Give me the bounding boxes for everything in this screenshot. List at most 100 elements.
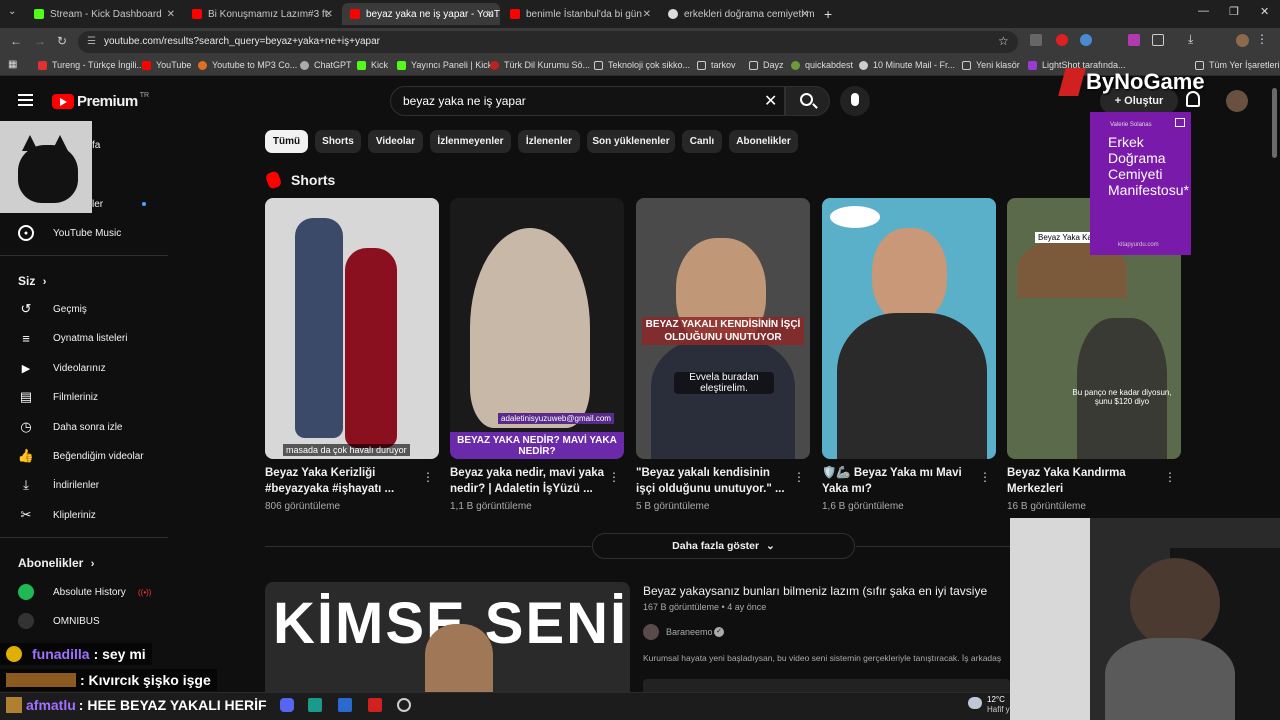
sidebar-sub-omnibus[interactable]: OMNIBUS <box>0 608 165 634</box>
bookmark-folder-teknoloji[interactable]: Teknoloji çok sikko... <box>594 60 690 70</box>
short-thumbnail[interactable]: adaletinisyuzuweb@gmail.com BEYAZ YAKA N… <box>450 198 624 459</box>
bookmark-folder-dayz[interactable]: Dayz <box>749 60 784 70</box>
account-avatar[interactable] <box>1226 90 1248 112</box>
short-title[interactable]: 🛡️🦾 Beyaz Yaka mı Mavi Yaka mı? <box>822 465 977 497</box>
hamburger-menu-icon[interactable] <box>18 94 33 106</box>
chip-live[interactable]: Canlı <box>682 130 722 153</box>
new-tab-icon[interactable]: + <box>824 6 832 22</box>
bookmark-tdk[interactable]: Türk Dil Kurumu Sö... <box>490 60 590 70</box>
tab-erkekleri[interactable]: erkekleri doğrama cemiyeti ma ✕ <box>660 3 815 25</box>
more-options-icon[interactable]: ⋮ <box>793 470 805 484</box>
bookmark-yt-mp3[interactable]: Youtube to MP3 Co... <box>198 60 297 70</box>
tab-kick-dashboard[interactable]: Stream - Kick Dashboard ✕ <box>26 3 181 25</box>
voice-search-button[interactable] <box>840 86 870 116</box>
bookmark-kick[interactable]: Kick <box>357 60 388 70</box>
minimize-icon[interactable]: — <box>1198 5 1209 17</box>
short-thumbnail[interactable]: masada da çok havalı duruyor <box>265 198 439 459</box>
extension-icon[interactable] <box>1056 34 1068 46</box>
sidebar-item-watch-later[interactable]: ◷ Daha sonra izle <box>0 414 165 440</box>
close-icon[interactable]: ✕ <box>643 9 651 20</box>
channel-name[interactable]: Baraneemo <box>666 627 713 637</box>
bookmark-folder-tarkov[interactable]: tarkov <box>697 60 736 70</box>
search-button[interactable] <box>785 86 830 116</box>
app-taskbar-icon[interactable] <box>308 698 322 712</box>
short-title[interactable]: Beyaz yaka nedir, mavi yaka nedir? | Ada… <box>450 465 605 497</box>
bookmark-folder-yeni-klasor[interactable]: Yeni klasör <box>962 60 1020 70</box>
close-icon[interactable]: ✕ <box>167 9 175 20</box>
short-title[interactable]: Beyaz Yaka Kandırma Merkezleri <box>1007 465 1162 497</box>
tab-beyaz-yaka[interactable]: beyaz yaka ne iş yapar - YouTu ✕ <box>342 3 500 25</box>
more-options-icon[interactable]: ⋮ <box>422 470 434 484</box>
close-icon[interactable]: ✕ <box>325 9 333 20</box>
sidebar-item-history[interactable]: ↺ Geçmiş <box>0 296 165 322</box>
weather-icon[interactable] <box>968 697 982 709</box>
page-scrollbar[interactable] <box>1272 88 1277 158</box>
more-options-icon[interactable]: ⋮ <box>979 470 991 484</box>
sidebar-item-your-movies[interactable]: ▤ Filmleriniz <box>0 384 165 410</box>
chip-watched[interactable]: İzlenenler <box>518 130 580 153</box>
sidebar-item-liked-videos[interactable]: 👍 Beğendiğim videolar <box>0 443 165 469</box>
app-taskbar-icon[interactable] <box>397 698 411 712</box>
apps-grid-icon[interactable]: ▦ <box>8 59 17 70</box>
bookmark-chatgpt[interactable]: ChatGPT <box>300 60 352 70</box>
more-options-icon[interactable]: ⋮ <box>1164 470 1176 484</box>
close-window-icon[interactable]: ✕ <box>1260 5 1269 18</box>
download-icon: ⤓ <box>23 477 29 492</box>
youtube-premium-logo[interactable]: Premium TR <box>52 92 149 110</box>
close-icon[interactable]: ✕ <box>801 9 809 20</box>
back-icon[interactable]: ← <box>10 34 22 48</box>
short-thumbnail[interactable] <box>822 198 996 459</box>
profile-avatar[interactable] <box>1236 34 1249 47</box>
sidebar-sub-absolute-history[interactable]: Absolute History ((•)) <box>0 579 165 605</box>
extension-icon[interactable] <box>1128 34 1140 46</box>
bookmark-star-icon[interactable]: ☆ <box>998 34 1009 48</box>
sidebar-item-clips[interactable]: ✂ Klipleriniz <box>0 502 165 528</box>
chip-recently-uploaded[interactable]: Son yüklenenler <box>587 130 675 153</box>
short-title[interactable]: Beyaz Yaka Kerizliği #beyazyaka #işhayat… <box>265 465 420 497</box>
forward-icon[interactable]: → <box>34 34 46 48</box>
search-input[interactable]: beyaz yaka ne iş yapar <box>390 86 785 116</box>
site-info-icon[interactable]: ☰ <box>87 31 96 53</box>
menu-dots-icon[interactable]: ⋮ <box>1256 32 1268 46</box>
short-thumbnail[interactable]: BEYAZ YAKALI KENDİSİNİN İŞÇİ OLDUĞUNU UN… <box>636 198 810 459</box>
chip-shorts[interactable]: Shorts <box>315 130 361 153</box>
sidebar-you-header[interactable]: Siz › <box>18 274 46 288</box>
bookmark-all[interactable]: Tüm Yer İşaretleri <box>1195 60 1280 70</box>
show-more-button[interactable]: Daha fazla göster ⌄ <box>592 533 855 559</box>
short-views: 806 görüntüleme <box>265 501 341 512</box>
reload-icon[interactable]: ↻ <box>57 34 67 48</box>
chip-all[interactable]: Tümü <box>265 130 308 153</box>
chip-subscriptions[interactable]: Abonelikler <box>729 130 798 153</box>
chip-unwatched[interactable]: İzlenmeyenler <box>430 130 511 153</box>
sidebar-item-your-videos[interactable]: ▶ Videolarınız <box>0 355 165 381</box>
maximize-icon[interactable]: ❐ <box>1229 5 1239 18</box>
discord-taskbar-icon[interactable] <box>280 698 294 712</box>
more-options-icon[interactable]: ⋮ <box>608 470 620 484</box>
extension-icon[interactable] <box>1080 34 1092 46</box>
tab-istanbul[interactable]: benimle İstanbul'da bi gün ✕ <box>502 3 657 25</box>
app-taskbar-icon[interactable] <box>338 698 352 712</box>
address-bar[interactable]: ☰ youtube.com/results?search_query=beyaz+… <box>78 31 1018 53</box>
pdf-taskbar-icon[interactable] <box>368 698 382 712</box>
tab-bi-konusmamiz[interactable]: Bi Konuşmamız Lazım#3 ft. ✕ <box>184 3 339 25</box>
bookmark-10-minute-mail[interactable]: 10 Minute Mail - Fr... <box>859 60 955 70</box>
channel-avatar[interactable] <box>643 624 659 640</box>
bookmark-yayinci-paneli[interactable]: Yayıncı Paneli | Kick <box>397 60 492 70</box>
sidebar-item-youtube-music[interactable]: ● YouTube Music <box>0 220 165 246</box>
video-title[interactable]: Beyaz yakaysanız bunları bilmeniz lazım … <box>643 584 1010 598</box>
sidebar-item-playlists[interactable]: ≡ Oynatma listeleri <box>0 325 165 351</box>
extension-icon[interactable] <box>1030 34 1042 46</box>
bookmark-tureng[interactable]: Tureng - Türkçe İngili... <box>38 60 144 70</box>
download-icon[interactable]: ⤓ <box>1188 32 1193 47</box>
bookmark-quickabdest[interactable]: quickabdest <box>791 60 853 70</box>
tab-list-icon[interactable]: ⌄ <box>8 6 16 17</box>
sidebar-item-downloads[interactable]: ⤓ İndirilenler <box>0 472 165 498</box>
clear-search-icon[interactable]: ✕ <box>764 91 777 111</box>
extensions-puzzle-icon[interactable] <box>1152 34 1164 46</box>
short-title[interactable]: "Beyaz yakalı kendisinin işçi olduğunu u… <box>636 465 791 497</box>
chip-videos[interactable]: Videolar <box>368 130 423 153</box>
video-thumbnail[interactable]: KİMSE SENİ <box>265 582 630 692</box>
bookmark-youtube[interactable]: YouTube <box>142 60 191 70</box>
sidebar-subscriptions-header[interactable]: Abonelikler › <box>18 556 94 570</box>
close-icon[interactable]: ✕ <box>486 9 494 20</box>
